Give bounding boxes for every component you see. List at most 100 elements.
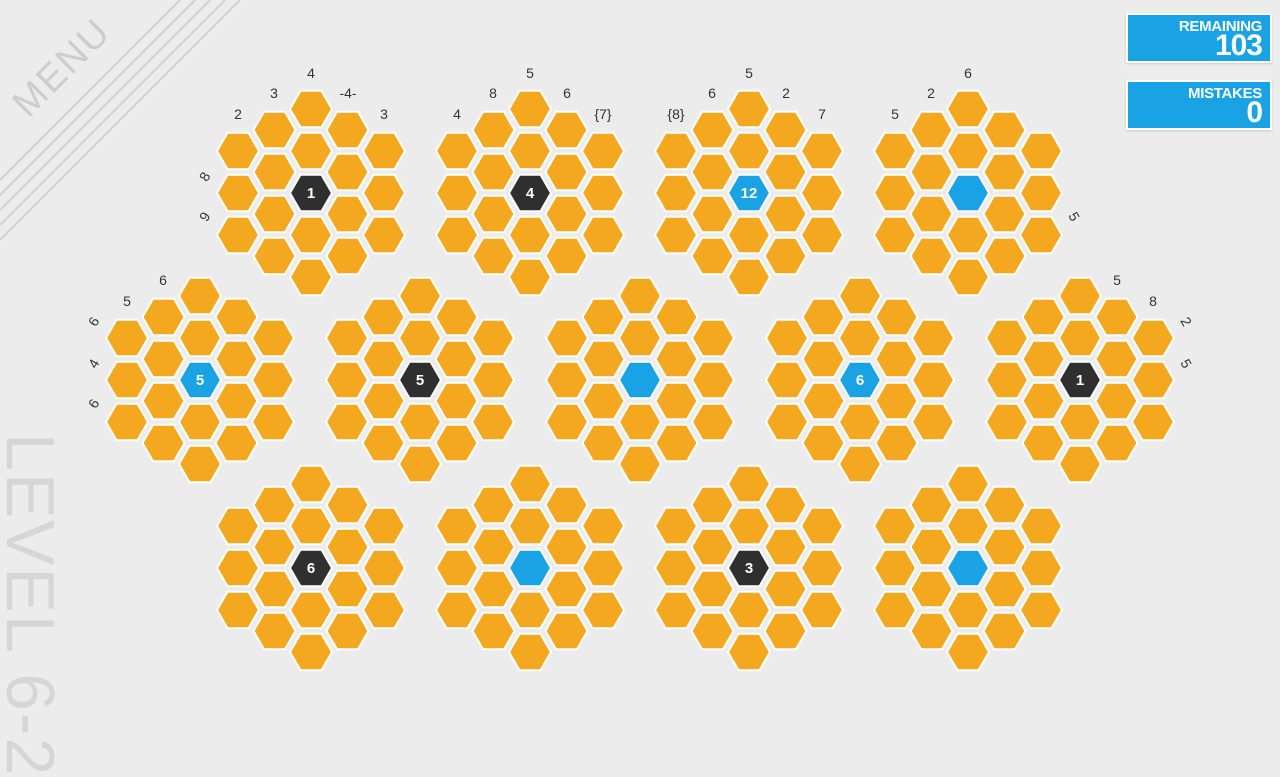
hex-cell[interactable] bbox=[544, 611, 589, 651]
hex-cell[interactable] bbox=[801, 381, 846, 421]
hex-cell[interactable] bbox=[177, 444, 223, 484]
hex-cell[interactable] bbox=[141, 381, 186, 421]
hex-cell[interactable] bbox=[361, 506, 407, 546]
hex-cell[interactable] bbox=[580, 131, 626, 171]
hex-cell[interactable] bbox=[982, 110, 1027, 150]
hex-cell[interactable] bbox=[397, 276, 443, 316]
hex-cell[interactable] bbox=[726, 506, 772, 546]
hex-cell[interactable] bbox=[250, 360, 296, 400]
hex-cell[interactable] bbox=[726, 464, 772, 504]
hex-cell[interactable] bbox=[434, 215, 480, 255]
hex-cell[interactable] bbox=[544, 236, 589, 276]
hex-cell[interactable] bbox=[471, 194, 516, 234]
hex-cell[interactable] bbox=[325, 194, 370, 234]
hex-cell[interactable] bbox=[470, 318, 516, 358]
hex-cell[interactable] bbox=[1057, 318, 1103, 358]
hex-cell[interactable] bbox=[763, 569, 808, 609]
hex-cell[interactable] bbox=[544, 152, 589, 192]
hex-cell[interactable] bbox=[581, 381, 626, 421]
hex-cell[interactable] bbox=[324, 402, 370, 442]
hex-cell[interactable] bbox=[580, 215, 626, 255]
hex-cell[interactable] bbox=[872, 215, 918, 255]
hex-cell[interactable] bbox=[252, 194, 297, 234]
hex-cell[interactable] bbox=[945, 590, 991, 630]
hex-cell[interactable] bbox=[250, 318, 296, 358]
hex-cell[interactable] bbox=[325, 485, 370, 525]
hex-cell[interactable] bbox=[617, 276, 663, 316]
hex-cell[interactable] bbox=[799, 590, 845, 630]
hex-cell[interactable] bbox=[325, 611, 370, 651]
hex-cell[interactable] bbox=[654, 381, 699, 421]
revealed-hex-cell[interactable] bbox=[945, 173, 991, 213]
hex-cell[interactable] bbox=[837, 276, 883, 316]
hex-cell[interactable] bbox=[252, 527, 297, 567]
hex-cell[interactable] bbox=[617, 318, 663, 358]
hex-cell[interactable] bbox=[215, 131, 261, 171]
hex-cell[interactable] bbox=[177, 318, 223, 358]
hex-cell[interactable] bbox=[177, 276, 223, 316]
hex-cell[interactable] bbox=[799, 506, 845, 546]
hex-cell[interactable] bbox=[653, 215, 699, 255]
hex-cell[interactable] bbox=[434, 381, 479, 421]
hex-cell[interactable] bbox=[984, 360, 1030, 400]
hex-cell[interactable] bbox=[288, 257, 334, 297]
hex-cell[interactable] bbox=[909, 485, 954, 525]
hex-cell[interactable] bbox=[361, 173, 407, 213]
hex-cell[interactable] bbox=[945, 131, 991, 171]
hex-cell[interactable] bbox=[104, 360, 150, 400]
hex-cell[interactable] bbox=[763, 194, 808, 234]
hex-cell[interactable] bbox=[580, 506, 626, 546]
hex-cell[interactable] bbox=[580, 173, 626, 213]
hex-cell[interactable] bbox=[325, 527, 370, 567]
hex-cell[interactable] bbox=[507, 131, 553, 171]
hex-cell[interactable] bbox=[690, 152, 735, 192]
hex-cell[interactable] bbox=[874, 423, 919, 463]
hex-cell[interactable] bbox=[690, 318, 736, 358]
hex-cell[interactable] bbox=[909, 152, 954, 192]
hex-cell[interactable] bbox=[361, 131, 407, 171]
hex-cell[interactable] bbox=[471, 110, 516, 150]
hex-cell[interactable] bbox=[1018, 506, 1064, 546]
hex-cell[interactable] bbox=[910, 360, 956, 400]
hex-cell[interactable] bbox=[288, 632, 334, 672]
hex-cell[interactable] bbox=[581, 297, 626, 337]
hex-cell[interactable] bbox=[361, 548, 407, 588]
hex-cell[interactable] bbox=[252, 485, 297, 525]
hex-cell[interactable] bbox=[909, 569, 954, 609]
hex-cell[interactable] bbox=[984, 402, 1030, 442]
hex-cell[interactable] bbox=[945, 464, 991, 504]
hex-cell[interactable] bbox=[801, 423, 846, 463]
hex-cell[interactable] bbox=[581, 339, 626, 379]
hex-cell[interactable] bbox=[1057, 402, 1103, 442]
hex-cell[interactable] bbox=[617, 402, 663, 442]
hex-cell[interactable] bbox=[1021, 423, 1066, 463]
hex-cell[interactable] bbox=[910, 318, 956, 358]
hex-cell[interactable] bbox=[141, 297, 186, 337]
hex-cell[interactable] bbox=[325, 152, 370, 192]
hex-cell[interactable] bbox=[361, 297, 406, 337]
hex-cell[interactable] bbox=[945, 632, 991, 672]
hex-cell[interactable] bbox=[837, 318, 883, 358]
hex-cell[interactable] bbox=[507, 464, 553, 504]
hex-cell[interactable] bbox=[471, 527, 516, 567]
hex-cell[interactable] bbox=[544, 527, 589, 567]
hex-cell[interactable] bbox=[325, 236, 370, 276]
hex-cell[interactable] bbox=[874, 339, 919, 379]
hex-cell[interactable] bbox=[872, 173, 918, 213]
hex-cell[interactable] bbox=[324, 318, 370, 358]
hex-cell[interactable] bbox=[361, 381, 406, 421]
hex-cell[interactable] bbox=[507, 215, 553, 255]
hex-cell[interactable] bbox=[325, 110, 370, 150]
hex-cell[interactable] bbox=[1018, 131, 1064, 171]
hex-cell[interactable] bbox=[288, 215, 334, 255]
hex-cell[interactable] bbox=[1057, 444, 1103, 484]
hex-cell[interactable] bbox=[982, 152, 1027, 192]
hex-cell[interactable] bbox=[471, 152, 516, 192]
hex-cell[interactable] bbox=[471, 611, 516, 651]
hex-cell[interactable] bbox=[945, 215, 991, 255]
hex-cell[interactable] bbox=[984, 318, 1030, 358]
hex-cell[interactable] bbox=[544, 485, 589, 525]
hex-cell[interactable] bbox=[872, 548, 918, 588]
hex-cell[interactable] bbox=[799, 548, 845, 588]
hex-cell[interactable] bbox=[470, 360, 516, 400]
